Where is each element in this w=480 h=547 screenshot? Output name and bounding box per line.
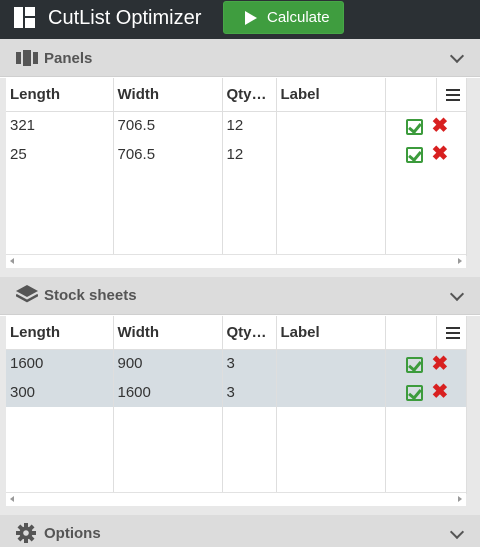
delete-icon[interactable]: ✖ — [432, 354, 449, 374]
chevron-down-icon[interactable] — [449, 48, 465, 64]
cell-qty[interactable]: 12 — [222, 140, 277, 169]
cell-length[interactable]: 300 — [6, 378, 114, 407]
scroll-right-icon[interactable] — [458, 496, 462, 502]
column-header-width[interactable]: Width — [113, 316, 223, 350]
table-row[interactable]: 25 706.5 12 ✖ — [6, 140, 467, 169]
table-header-row: Length Width Qty… Label — [6, 78, 467, 112]
cell-qty[interactable]: 3 — [222, 378, 277, 407]
panels-title: Panels — [44, 50, 93, 67]
column-header-qty[interactable]: Qty… — [222, 78, 277, 112]
row-actions: ✖ — [385, 349, 467, 378]
row-actions: ✖ — [385, 111, 467, 140]
column-header-actions — [385, 78, 437, 112]
cell-width[interactable]: 1600 — [113, 378, 223, 407]
horizontal-scrollbar[interactable] — [6, 254, 466, 268]
table-row[interactable]: 321 706.5 12 ✖ — [6, 111, 467, 140]
panels-icon — [16, 50, 38, 66]
scroll-right-icon[interactable] — [458, 258, 462, 264]
options-title: Options — [44, 525, 101, 542]
chevron-down-icon[interactable] — [449, 524, 465, 540]
gear-icon — [16, 523, 36, 543]
scroll-left-icon[interactable] — [10, 496, 14, 502]
chevron-down-icon[interactable] — [449, 286, 465, 302]
column-header-length[interactable]: Length — [6, 316, 114, 350]
menu-icon[interactable] — [445, 327, 460, 339]
panels-table: Length Width Qty… Label 321 706.5 12 ✖ 2… — [6, 78, 467, 256]
check-icon[interactable] — [405, 385, 423, 401]
delete-icon[interactable]: ✖ — [432, 144, 449, 164]
stock-sheets-grid: Length Width Qty… Label 1600 900 3 ✖ 300… — [0, 316, 480, 515]
app-logo-icon — [14, 7, 35, 28]
cell-label[interactable] — [276, 140, 386, 169]
cell-length[interactable]: 321 — [6, 111, 114, 140]
table-header-row: Length Width Qty… Label — [6, 316, 467, 350]
layers-icon — [16, 285, 38, 303]
calculate-button[interactable]: Calculate — [223, 1, 344, 34]
horizontal-scrollbar[interactable] — [6, 492, 466, 506]
column-header-width[interactable]: Width — [113, 78, 223, 112]
stock-sheets-title: Stock sheets — [44, 287, 137, 304]
column-menu[interactable] — [436, 78, 467, 112]
app-title: CutList Optimizer — [48, 7, 202, 29]
column-header-actions — [385, 316, 437, 350]
row-actions: ✖ — [385, 140, 467, 169]
cell-label[interactable] — [276, 378, 386, 407]
column-header-label[interactable]: Label — [276, 78, 386, 112]
empty-row[interactable] — [6, 227, 467, 256]
column-header-length[interactable]: Length — [6, 78, 114, 112]
panels-section-header[interactable]: Panels — [0, 39, 480, 77]
options-section-header[interactable]: Options — [0, 515, 480, 547]
cell-qty[interactable]: 3 — [222, 349, 277, 378]
empty-row[interactable] — [6, 465, 467, 494]
table-row[interactable]: 1600 900 3 ✖ — [6, 349, 467, 378]
column-header-qty[interactable]: Qty… — [222, 316, 277, 350]
column-header-label[interactable]: Label — [276, 316, 386, 350]
cell-width[interactable]: 706.5 — [113, 111, 223, 140]
cell-width[interactable]: 900 — [113, 349, 223, 378]
table-row[interactable]: 300 1600 3 ✖ — [6, 378, 467, 407]
menu-icon[interactable] — [445, 89, 460, 101]
top-bar: CutList Optimizer Calculate — [0, 0, 480, 39]
check-icon[interactable] — [405, 147, 423, 163]
empty-row[interactable] — [6, 198, 467, 227]
delete-icon[interactable]: ✖ — [432, 382, 449, 402]
check-icon[interactable] — [405, 356, 423, 373]
cell-length[interactable]: 25 — [6, 140, 114, 169]
calculate-label: Calculate — [267, 9, 330, 26]
delete-icon[interactable]: ✖ — [432, 116, 449, 136]
stock-sheets-section-header[interactable]: Stock sheets — [0, 277, 480, 315]
check-icon[interactable] — [405, 118, 423, 135]
cell-qty[interactable]: 12 — [222, 111, 277, 140]
empty-row[interactable] — [6, 407, 467, 436]
column-menu[interactable] — [436, 316, 467, 350]
cell-length[interactable]: 1600 — [6, 349, 114, 378]
cell-width[interactable]: 706.5 — [113, 140, 223, 169]
empty-row[interactable] — [6, 436, 467, 465]
row-actions: ✖ — [385, 378, 467, 407]
stock-sheets-table: Length Width Qty… Label 1600 900 3 ✖ 300… — [6, 316, 467, 494]
empty-row[interactable] — [6, 169, 467, 198]
play-icon — [245, 11, 257, 25]
cell-label[interactable] — [276, 111, 386, 140]
panels-grid: Length Width Qty… Label 321 706.5 12 ✖ 2… — [0, 78, 480, 277]
scroll-left-icon[interactable] — [10, 258, 14, 264]
cell-label[interactable] — [276, 349, 386, 378]
